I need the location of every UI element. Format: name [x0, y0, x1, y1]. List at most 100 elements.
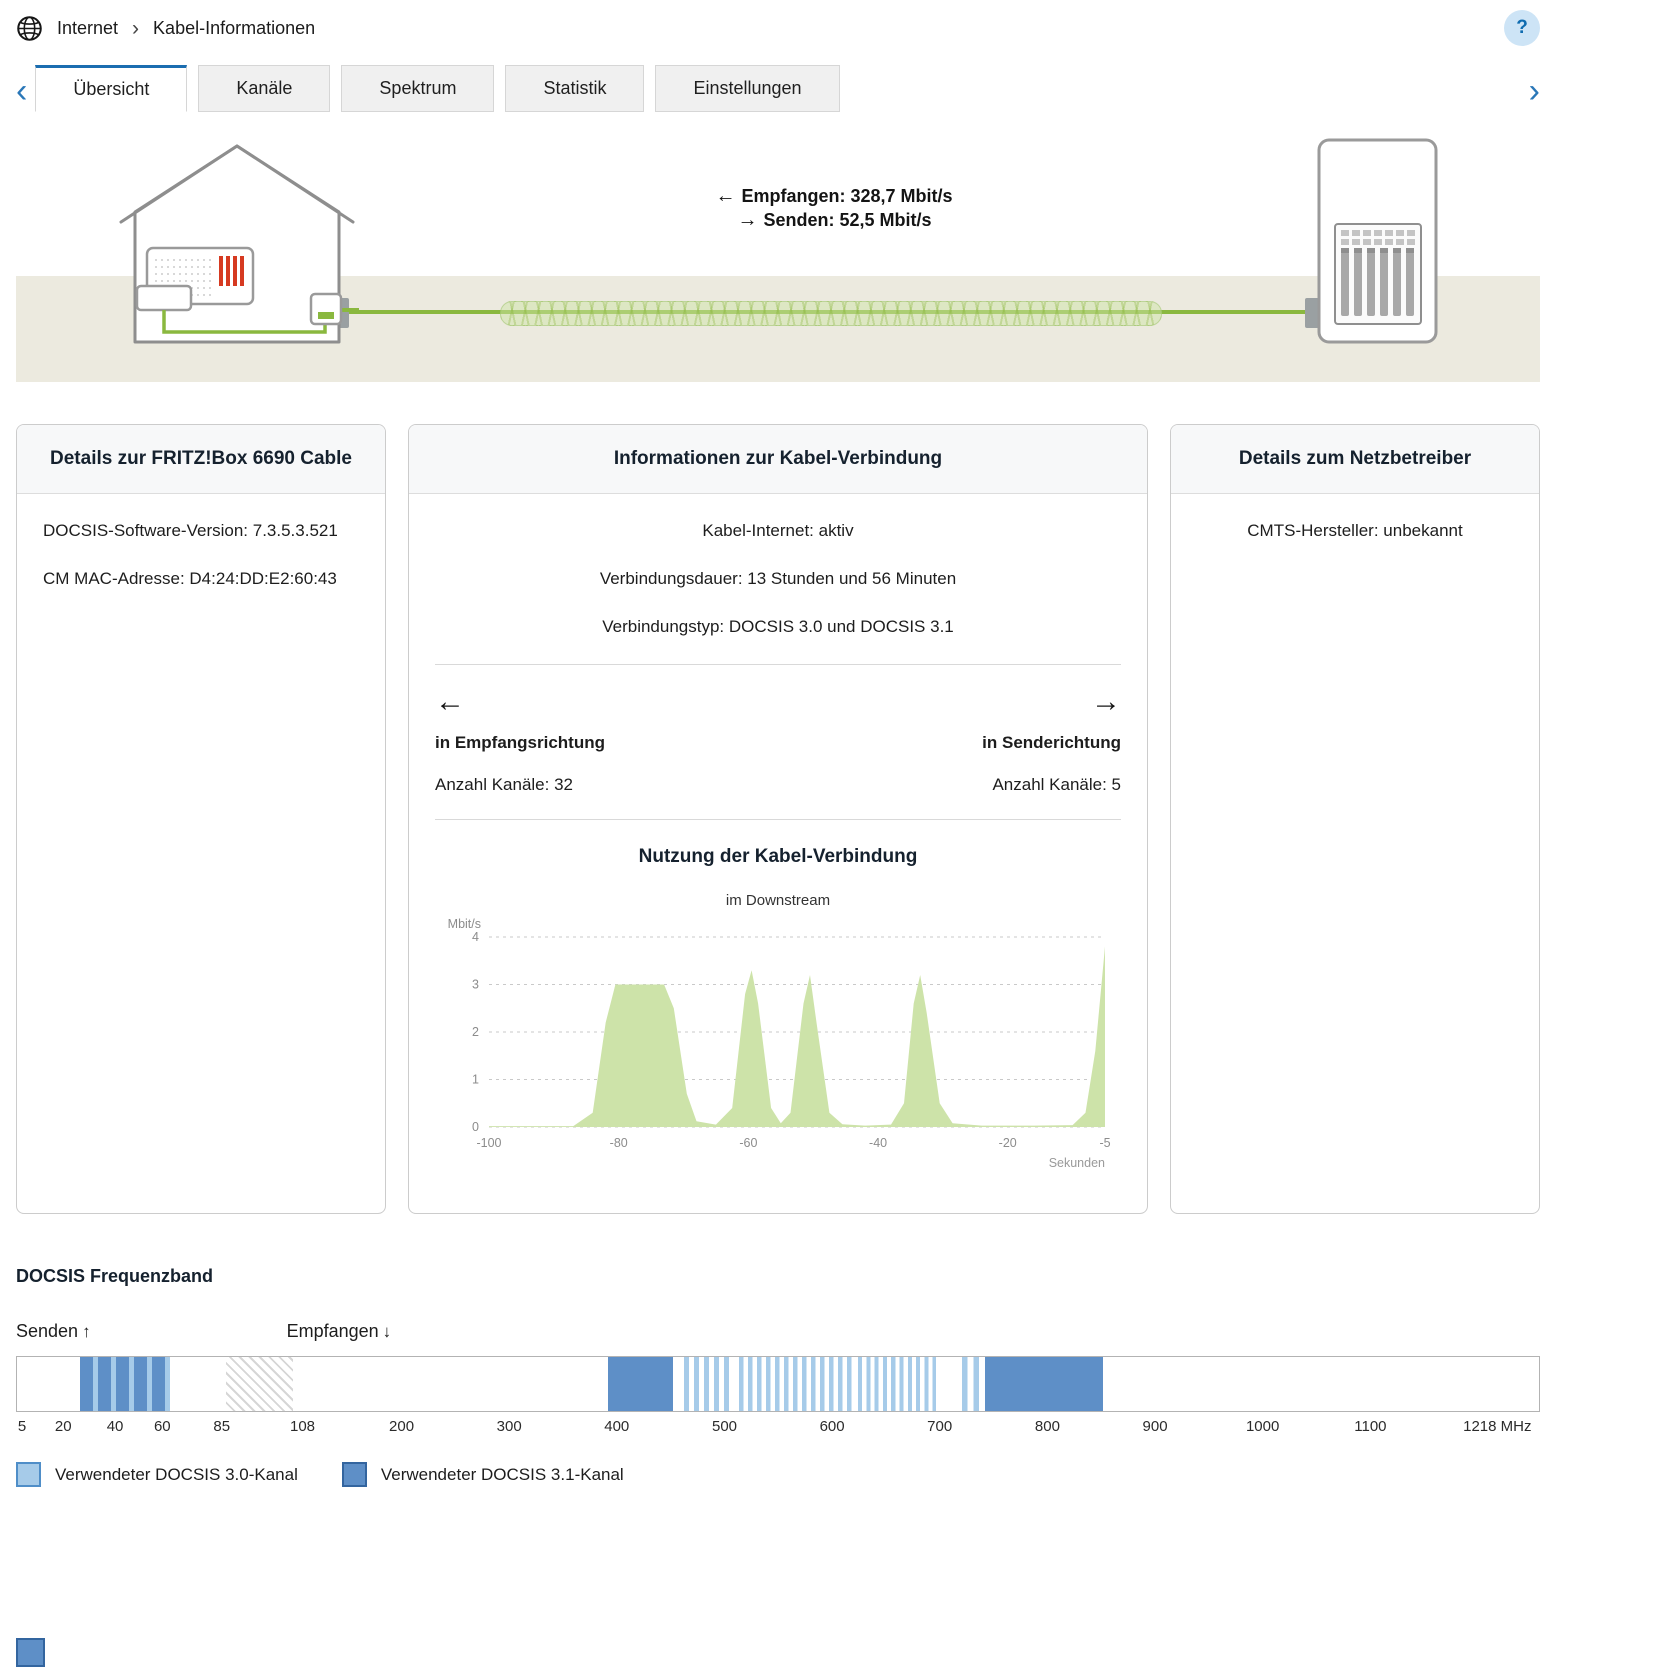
docsis-frequency-band-section: DOCSIS Frequenzband Senden ↑ Empfangen ↓… [16, 1266, 1540, 1487]
frequency-band-legend: Verwendeter DOCSIS 3.0-Kanal Verwendeter … [16, 1462, 1540, 1487]
svg-text:2: 2 [472, 1025, 479, 1039]
svg-text:4: 4 [472, 930, 479, 944]
tab-list: Übersicht Kanäle Spektrum Statistik Einstell… [35, 65, 840, 112]
tab-einstellungen[interactable]: Einstellungen [655, 65, 840, 112]
modem-box-icon [135, 284, 193, 312]
freq-tick-label: 1100 [1354, 1418, 1387, 1435]
downstream-usage-chart: 0 1 2 3 4Mbit/s -100 -80 -60 -40 -20 -5 Sekunden [448, 917, 1111, 1170]
right-arrow-icon: → [737, 209, 758, 231]
svg-text:-40: -40 [869, 1136, 887, 1150]
help-button[interactable]: ? [1504, 10, 1540, 46]
send-rate-label: → Senden: 52,5 Mbit/s [737, 209, 932, 231]
freq-tick-label: 400 [604, 1418, 630, 1435]
freq-tick-label: 700 [927, 1418, 953, 1435]
svg-text:Sekunden: Sekunden [1049, 1156, 1105, 1169]
freq-block-upstream31 [79, 1357, 171, 1411]
freq-tick-label: 85 [213, 1418, 231, 1435]
card-cable-connection: Informationen zur Kabel-Verbindung Kabel… [408, 424, 1148, 1214]
svg-text:-20: -20 [999, 1136, 1017, 1150]
throughput-labels: ← Empfangen: 328,7 Mbit/s → Senden: 52,5… [715, 184, 952, 232]
card-fritzbox-details: Details zur FRITZ!Box 6690 Cable DOCSIS-… [16, 424, 386, 1214]
freq-tick-label: 500 [711, 1418, 738, 1435]
legend-item-docsis30: Verwendeter DOCSIS 3.0-Kanal [16, 1462, 298, 1487]
downstream-arrow-icon: ← [435, 685, 465, 718]
card-title: Details zur FRITZ!Box 6690 Cable [17, 425, 385, 494]
breadcrumb: Internet › Kabel-Informationen [57, 18, 315, 39]
house-illustration [115, 136, 359, 353]
svg-text:Mbit/s: Mbit/s [448, 917, 481, 931]
svg-text:-60: -60 [739, 1136, 757, 1150]
card-network-operator: Details zum Netzbetreiber CMTS-Herstelle… [1170, 424, 1540, 1214]
freq-tick-label: 20 [54, 1418, 72, 1435]
breadcrumb-separator-icon: › [132, 16, 140, 40]
legend-swatch-docsis31 [341, 1462, 367, 1487]
legend-item-docsis31: Verwendeter DOCSIS 3.1-Kanal [341, 1462, 624, 1487]
downstream-direction-label: in Empfangsrichtung [435, 733, 605, 752]
breadcrumb-internet[interactable]: Internet [57, 18, 118, 39]
street-cabinet-illustration [1315, 136, 1440, 351]
svg-text:-5: -5 [1099, 1136, 1110, 1150]
legend-label: Verwendeter DOCSIS 3.0-Kanal [55, 1464, 298, 1484]
info-cards: Details zur FRITZ!Box 6690 Cable DOCSIS-… [16, 424, 1540, 1214]
svg-text:-80: -80 [610, 1136, 628, 1150]
usage-chart-title: Nutzung der Kabel-Verbindung [638, 846, 918, 867]
freq-tick-label: 1000 [1245, 1418, 1280, 1435]
legend-label: Verwendeter DOCSIS 3.1-Kanal [380, 1464, 624, 1484]
tab-bar: ‹ Übersicht Kanäle Spektrum Statistik Einste… [16, 64, 1540, 112]
cable-bundle-tube [500, 301, 1162, 326]
freq-block-docsis31 [608, 1357, 673, 1411]
topbar: Internet › Kabel-Informationen ? [16, 0, 1540, 56]
svg-text:3: 3 [472, 978, 479, 992]
detail-line: CM MAC-Adresse: D4:24:DD:E2:60:43 [43, 569, 337, 588]
legend-swatch-partial [16, 1638, 45, 1667]
tabs-scroll-left-button[interactable]: ‹ [16, 74, 35, 112]
receive-label: Empfangen [286, 1321, 379, 1341]
detail-line: Kabel-Internet: aktiv [702, 521, 854, 540]
divider [435, 664, 1121, 665]
tab-uebersicht[interactable]: Übersicht [35, 65, 188, 112]
freq-band-title: DOCSIS Frequenzband [16, 1266, 214, 1286]
usage-chart-subtitle: im Downstream [725, 892, 831, 909]
freq-tick-label: 600 [819, 1418, 845, 1435]
upstream-arrow-icon: → [1091, 685, 1121, 718]
svg-text:0: 0 [472, 1120, 479, 1134]
svg-text:-100: -100 [476, 1136, 501, 1150]
freq-block-docsis31 [984, 1357, 1103, 1411]
connection-status-lines: Kabel-Internet: aktiv Verbindungsdauer: 1… [435, 520, 1121, 638]
freq-tick-label: 200 [389, 1418, 415, 1435]
receive-rate-label: ← Empfangen: 328,7 Mbit/s [715, 185, 953, 207]
freq-band-direction-labels: Senden ↑ Empfangen ↓ [16, 1321, 1540, 1342]
freq-block-docsis30 [962, 1357, 980, 1411]
tab-kanaele[interactable]: Kanäle [198, 65, 331, 112]
freq-tick-label: 5 [17, 1418, 27, 1435]
frequency-band-bar [16, 1356, 1540, 1412]
up-arrow-icon: ↑ [82, 1321, 91, 1341]
freq-tick-label: 40 [106, 1418, 124, 1435]
send-label: Senden [16, 1321, 79, 1341]
freq-block-docsis30 [683, 1357, 729, 1411]
card-title: Details zum Netzbetreiber [1171, 425, 1539, 494]
freq-block-docsis30 [857, 1357, 937, 1411]
frequency-band-scale: 5 20 40 60 85 108 200 300 400 500 600 700 800 900 1000… [16, 1418, 1540, 1440]
breadcrumb-page-title: Kabel-Informationen [153, 17, 316, 38]
downstream-channels-label: Anzahl Kanäle: 32 [435, 775, 573, 794]
freq-block-docsis30 [738, 1357, 852, 1411]
freq-tick-label: 60 [153, 1418, 171, 1435]
legend-swatch-docsis30 [16, 1462, 41, 1487]
detail-line: Verbindungsdauer: 13 Stunden und 56 Minu… [599, 569, 957, 588]
svg-text:1: 1 [472, 1073, 479, 1087]
wall-socket-icon [309, 292, 343, 326]
tab-statistik[interactable]: Statistik [505, 65, 645, 112]
detail-line: Verbindungstyp: DOCSIS 3.0 und DOCSIS 3.… [602, 617, 954, 636]
freq-block-hatch [225, 1357, 293, 1411]
tab-spektrum[interactable]: Spektrum [341, 65, 495, 112]
internet-globe-icon [16, 15, 43, 42]
upstream-channels-label: Anzahl Kanäle: 5 [992, 775, 1121, 794]
upstream-direction-label: in Senderichtung [982, 733, 1121, 752]
down-arrow-icon: ↓ [382, 1321, 392, 1341]
connection-diagram: ← Empfangen: 328,7 Mbit/s → Senden: 52,5… [16, 112, 1540, 384]
detail-line: CMTS-Hersteller: unbekannt [1247, 521, 1463, 540]
tabs-scroll-right-button[interactable]: › [1521, 74, 1540, 112]
kabel-informationen-page: Internet › Kabel-Informationen ? ‹ Übers… [0, 0, 1680, 1667]
detail-line: DOCSIS-Software-Version: 7.3.5.3.521 [43, 521, 338, 540]
